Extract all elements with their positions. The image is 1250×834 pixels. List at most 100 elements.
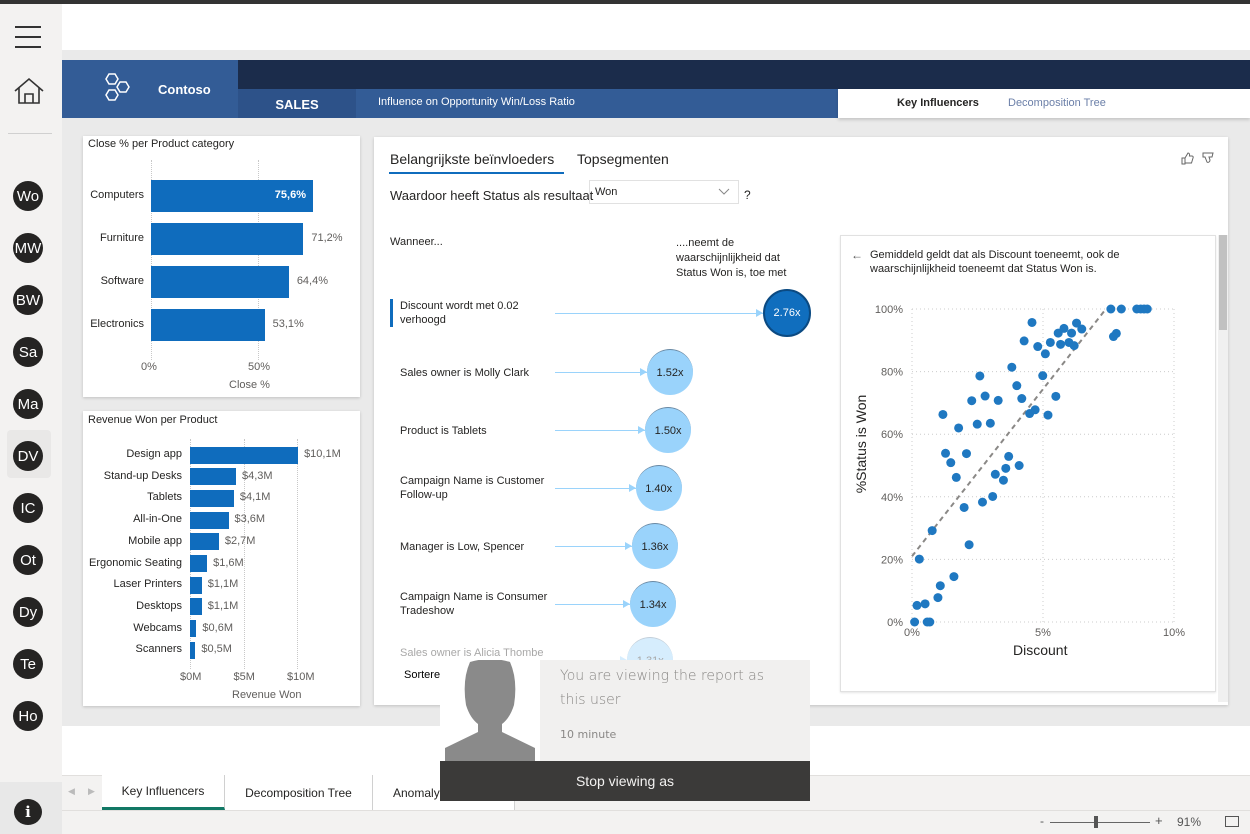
scatter-point: [1059, 323, 1069, 333]
influencer-bubble[interactable]: 1.50x: [645, 407, 692, 453]
tab-top-segments[interactable]: Topsegmenten: [577, 151, 669, 167]
info-icon[interactable]: i: [14, 799, 42, 825]
x-tick-label: 0%: [904, 627, 920, 639]
scatter-point: [972, 419, 982, 429]
bar[interactable]: [151, 266, 289, 298]
section-label: SALES: [238, 89, 356, 118]
influencer-bubble[interactable]: 2.76x: [763, 289, 811, 337]
brand-block: Contoso: [62, 60, 238, 118]
help-icon[interactable]: ?: [744, 188, 751, 202]
when-column-header: Wanneer...: [390, 236, 443, 248]
influencer-label[interactable]: Product is Tablets: [400, 424, 550, 438]
page-tab-key-influencers[interactable]: Key Influencers: [102, 775, 225, 810]
header-tab-decomposition-tree[interactable]: Decomposition Tree: [1008, 97, 1106, 109]
arrow-head: [624, 542, 632, 550]
data-label: 64,4%: [296, 275, 329, 287]
header-tab-key-influencers[interactable]: Key Influencers: [897, 97, 979, 109]
thumbs-up-icon[interactable]: [1180, 151, 1194, 165]
bar[interactable]: [190, 555, 208, 572]
bar[interactable]: [190, 576, 202, 594]
scatter-point: [1040, 349, 1050, 359]
home-icon[interactable]: [13, 77, 45, 105]
bar[interactable]: [190, 511, 229, 529]
workspace-avatar-ic[interactable]: IC: [13, 493, 43, 523]
view-as-popup: You are viewing the report as this user …: [540, 660, 810, 761]
bar[interactable]: [190, 620, 197, 638]
bar[interactable]: [190, 533, 219, 551]
workspace-avatar-bw[interactable]: BW: [13, 285, 43, 315]
workspace-avatar-dv[interactable]: DV: [13, 441, 43, 471]
zoom-in-button[interactable]: +: [1155, 813, 1163, 828]
workspace-avatar-ho[interactable]: Ho: [13, 701, 43, 731]
scatter-point: [935, 581, 945, 591]
scatter-point: [938, 409, 948, 419]
bar[interactable]: [190, 468, 236, 486]
scatter-point: [993, 395, 1003, 405]
thumbs-down-icon[interactable]: [1201, 151, 1215, 165]
data-label: $0,6M: [202, 621, 233, 634]
influencer-bubble[interactable]: 1.40x: [635, 465, 682, 511]
influencer-label[interactable]: Campaign Name is Consumer Tradeshow: [400, 590, 550, 618]
outcome-dropdown[interactable]: Won: [589, 180, 739, 204]
influencer-bubble[interactable]: 1.52x: [647, 349, 693, 395]
stop-viewing-as-button[interactable]: Stop viewing as: [440, 761, 810, 801]
influencer-bubble[interactable]: 1.34x: [630, 581, 677, 627]
scatter-point: [998, 475, 1008, 485]
category-label: Desktops: [136, 599, 182, 612]
influencer-label[interactable]: Manager is Low, Spencer: [400, 540, 550, 554]
bar[interactable]: [190, 446, 299, 464]
scatter-point: [1004, 451, 1014, 461]
y-tick-label: 80%: [881, 367, 903, 379]
influencer-label[interactable]: Discount wordt met 0.02 verhoogd: [400, 299, 550, 327]
data-label: $10,1M: [304, 448, 341, 460]
tab-scroll-left-icon[interactable]: ◀: [68, 786, 75, 797]
zoom-slider[interactable]: [1050, 822, 1150, 823]
zoom-slider-thumb[interactable]: [1094, 816, 1098, 828]
influencer-label[interactable]: Sales owner is Alicia Thombe: [400, 646, 550, 660]
workspace-avatar-te[interactable]: Te: [13, 649, 43, 679]
workspace-avatar-dy[interactable]: Dy: [13, 597, 43, 627]
brand-name: Contoso: [158, 82, 211, 97]
outcome-dropdown-value: Won: [595, 186, 618, 198]
category-label: Tablets: [147, 491, 182, 504]
category-label: Laser Printers: [113, 578, 182, 591]
workspace-avatar-ot[interactable]: Ot: [13, 545, 43, 575]
category-label: Stand-up Desks: [103, 469, 182, 482]
bubble-value: 1.52x: [656, 366, 684, 379]
workspace-avatar-wo[interactable]: Wo: [13, 181, 43, 211]
scatter-point: [1038, 371, 1048, 381]
page-tab-decomposition-tree[interactable]: Decomposition Tree: [225, 775, 373, 810]
scatter-point: [964, 540, 974, 550]
bar[interactable]: [190, 489, 234, 507]
scatter-point: [967, 396, 977, 406]
influencer-label[interactable]: Sales owner is Molly Clark: [400, 366, 550, 380]
scatter-point: [912, 600, 922, 610]
influencer-bubble[interactable]: 1.36x: [631, 523, 678, 569]
tab-scroll-right-icon[interactable]: ▶: [88, 786, 95, 797]
bar[interactable]: [190, 641, 196, 659]
influencer-label[interactable]: Campaign Name is Customer Follow-up: [400, 474, 550, 502]
effect-column-header: ....neemt de waarschijnlijkheid dat Stat…: [676, 237, 787, 279]
scrollbar[interactable]: [1218, 235, 1228, 702]
selected-indicator: [390, 299, 393, 327]
zoom-out-button[interactable]: -: [1040, 814, 1044, 828]
bar[interactable]: [151, 223, 304, 255]
x-axis-label: Close %: [229, 379, 270, 391]
scatter-point: [988, 491, 998, 501]
scatter-point: [1069, 341, 1079, 351]
hamburger-icon[interactable]: [15, 26, 41, 48]
scrollbar-thumb[interactable]: [1219, 235, 1227, 330]
scatter-point: [1027, 317, 1037, 327]
workspace-avatar-mw[interactable]: MW: [13, 233, 43, 263]
bar[interactable]: [151, 309, 265, 341]
category-label: Mobile app: [128, 534, 182, 547]
scatter-point: [949, 572, 959, 582]
bar[interactable]: [190, 598, 202, 616]
scatter-point: [1106, 304, 1116, 314]
sort-label[interactable]: Sortere: [404, 669, 445, 681]
fit-to-page-icon[interactable]: [1225, 816, 1239, 827]
tab-key-influencers[interactable]: Belangrijkste beïnvloeders: [390, 151, 554, 167]
scatter-point: [1030, 405, 1040, 415]
workspace-avatar-ma[interactable]: Ma: [13, 389, 43, 419]
workspace-avatar-sa[interactable]: Sa: [13, 337, 43, 367]
